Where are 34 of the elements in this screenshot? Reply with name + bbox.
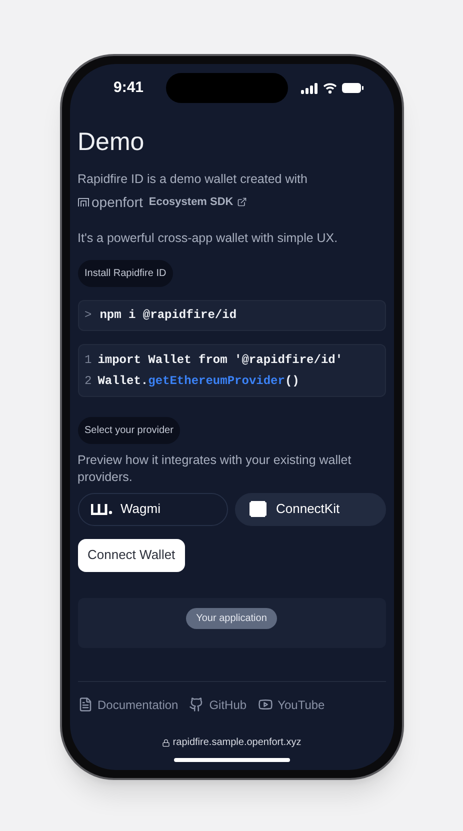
page-title: Demo: [78, 127, 146, 158]
section-badge: Select your provider: [78, 416, 180, 444]
prompt-symbol: >: [84, 307, 92, 324]
document-icon: [78, 697, 92, 712]
wagmi-logo-icon: [90, 503, 112, 515]
youtube-icon: [258, 697, 273, 712]
code-line: import Wallet from '@rapidfire/id': [98, 352, 343, 368]
footer-link[interactable]: Documentation: [78, 696, 178, 714]
url-text: rapidfire.sample.openfort.xyz: [172, 736, 302, 750]
install-command: npm i @rapidfire/id: [100, 307, 237, 324]
connect-wallet-button[interactable]: Connect Wallet: [78, 538, 186, 572]
provider-option[interactable]: ConnectKit: [235, 492, 386, 526]
section-badge: Install Rapidfire ID: [78, 260, 174, 286]
battery-icon: [342, 82, 364, 94]
github-icon: [189, 697, 204, 712]
code-line: Wallet.getEthereumProvider(): [98, 372, 300, 390]
tagline-text: It's a powerful cross-app wallet with simple UX.: [78, 230, 339, 247]
connectkit-logo-icon: [248, 499, 268, 519]
signal-icon: [300, 82, 318, 94]
footer-link[interactable]: GitHub: [189, 696, 247, 714]
footer-link[interactable]: YouTube: [258, 696, 325, 714]
intro-text: Rapidfire ID is a demo wallet created with: [78, 171, 308, 188]
ecosystem-sdk-link[interactable]: Ecosystem SDK: [148, 194, 248, 210]
line-number: 1: [84, 352, 92, 368]
provider-description: Preview how it integrates with your existing wallet providers.: [78, 452, 352, 486]
line-number: 2: [84, 372, 92, 390]
openfort-logo-icon: [78, 198, 88, 207]
status-time: 9:41: [114, 78, 144, 98]
lock-icon: [162, 738, 170, 746]
wifi-icon: [322, 82, 336, 94]
app-preview-badge: Your application: [186, 608, 277, 628]
openfort-brand: openfort: [92, 192, 143, 212]
external-link-icon: [237, 197, 248, 208]
provider-option[interactable]: Wagmi: [78, 492, 228, 526]
